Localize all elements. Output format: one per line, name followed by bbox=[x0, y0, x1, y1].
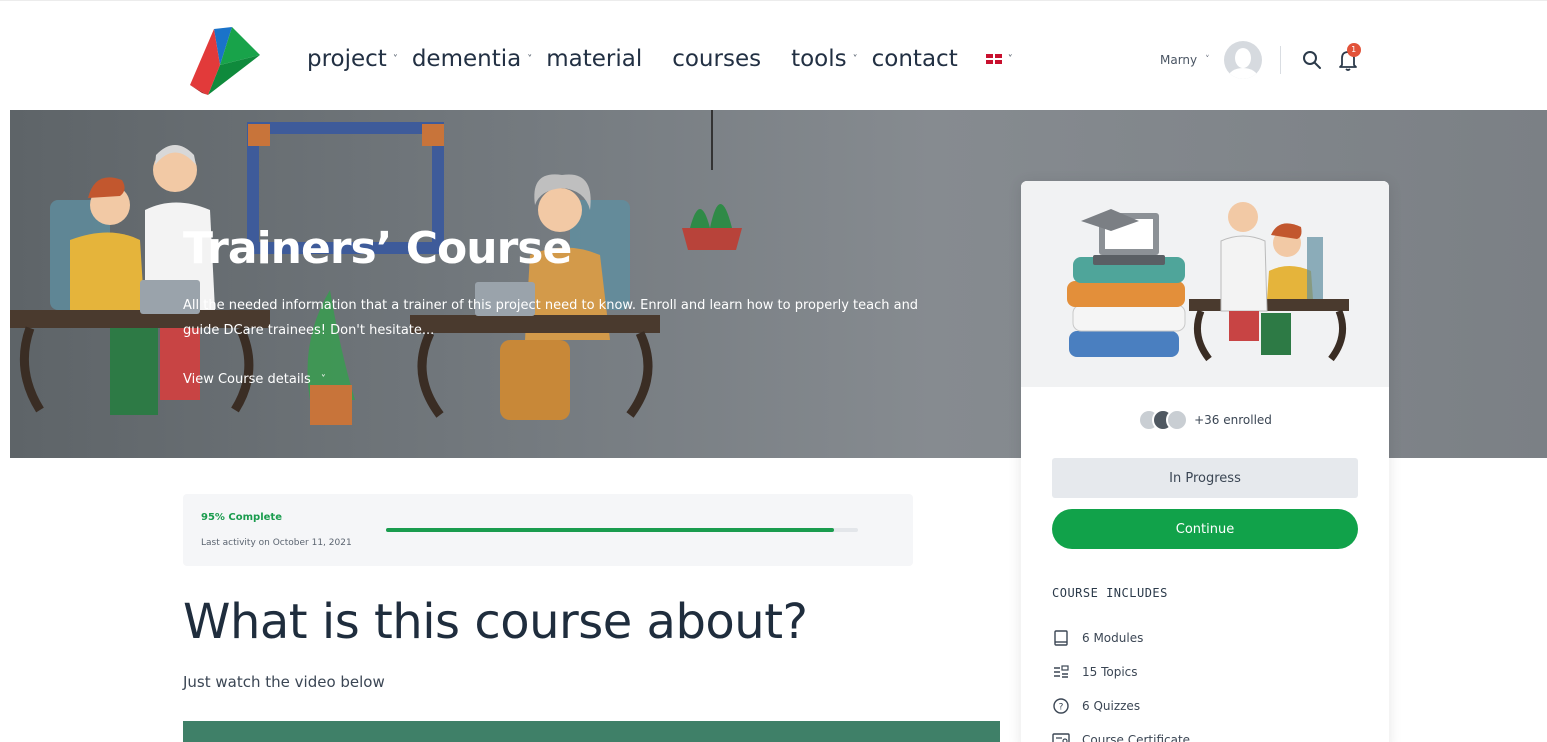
progress-bar-fill bbox=[386, 528, 835, 532]
list-item: 15 Topics bbox=[1052, 655, 1190, 689]
enrolled-count: +36 enrolled bbox=[1194, 413, 1272, 427]
progress-percent: 95% Complete bbox=[201, 512, 282, 523]
chevron-down-icon[interactable]: ˅ bbox=[1205, 55, 1210, 65]
user-name[interactable]: Marny bbox=[1160, 53, 1197, 67]
nav-dementia-label: dementia bbox=[411, 46, 522, 72]
quiz-icon: ? bbox=[1053, 698, 1069, 714]
uk-flag-icon bbox=[985, 54, 1002, 64]
includes-certificate: Course Certificate bbox=[1082, 733, 1191, 742]
continue-button[interactable]: Continue bbox=[1052, 509, 1358, 549]
nav-courses-label: courses bbox=[672, 46, 762, 72]
main-nav: project ˅ dementia ˅ material courses to… bbox=[307, 46, 1027, 72]
notifications-button[interactable]: 1 bbox=[1337, 43, 1361, 72]
site-header: project ˅ dementia ˅ material courses to… bbox=[0, 0, 1547, 110]
list-item: ? 6 Quizzes bbox=[1052, 689, 1190, 723]
progress-bar bbox=[386, 528, 858, 532]
certificate-icon bbox=[1052, 733, 1070, 742]
user-area: Marny ˅ 1 bbox=[1160, 41, 1361, 79]
about-subtitle: Just watch the video below bbox=[183, 673, 385, 691]
nav-contact[interactable]: contact bbox=[872, 46, 958, 72]
view-course-details-link[interactable]: View Course details ˅ bbox=[183, 372, 326, 387]
chevron-down-icon: ˅ bbox=[392, 53, 398, 65]
list-item: Course Certificate bbox=[1052, 723, 1190, 742]
includes-modules: 6 Modules bbox=[1082, 631, 1144, 645]
hero-illustration bbox=[10, 110, 742, 425]
course-title: Trainers’ Course bbox=[183, 223, 572, 274]
nav-contact-label: contact bbox=[871, 46, 958, 72]
nav-material[interactable]: material bbox=[546, 46, 642, 72]
site-logo[interactable] bbox=[190, 27, 260, 95]
header-divider bbox=[1279, 46, 1281, 74]
chevron-down-icon: ˅ bbox=[1007, 53, 1013, 65]
course-sidebar-card: +36 enrolled In Progress Continue COURSE… bbox=[1021, 181, 1389, 742]
course-includes-title: COURSE INCLUDES bbox=[1052, 586, 1168, 600]
search-icon[interactable] bbox=[1301, 49, 1323, 71]
nav-tools-label: tools bbox=[791, 46, 847, 72]
course-video[interactable] bbox=[183, 721, 1000, 742]
last-activity: Last activity on October 11, 2021 bbox=[201, 538, 352, 548]
nav-tools[interactable]: tools ˅ bbox=[791, 46, 858, 72]
list-item: 6 Modules bbox=[1052, 621, 1190, 655]
nav-project-label: project bbox=[307, 46, 387, 72]
svg-text:?: ? bbox=[1059, 703, 1064, 713]
avatar[interactable] bbox=[1223, 41, 1262, 79]
status-badge: In Progress bbox=[1052, 458, 1358, 498]
enrolled-users: +36 enrolled bbox=[1021, 409, 1389, 431]
course-description: All the needed information that a traine… bbox=[183, 298, 919, 338]
includes-quizzes: 6 Quizzes bbox=[1082, 699, 1141, 713]
course-thumbnail bbox=[1021, 181, 1389, 387]
language-switcher[interactable]: ˅ bbox=[984, 54, 1013, 65]
chevron-down-icon: ˅ bbox=[320, 374, 326, 385]
nav-dementia[interactable]: dementia ˅ bbox=[412, 46, 532, 72]
avatar bbox=[1166, 409, 1189, 431]
nav-project[interactable]: project ˅ bbox=[307, 46, 398, 72]
book-icon bbox=[1054, 630, 1068, 646]
chevron-down-icon: ˅ bbox=[852, 53, 858, 65]
about-title: What is this course about? bbox=[183, 594, 808, 650]
nav-material-label: material bbox=[546, 46, 643, 72]
course-includes-list: 6 Modules 15 Topics ? 6 Quizzes Course C… bbox=[1052, 621, 1190, 742]
topics-icon bbox=[1054, 665, 1069, 678]
chevron-down-icon: ˅ bbox=[527, 53, 533, 65]
includes-topics: 15 Topics bbox=[1082, 665, 1138, 679]
nav-courses[interactable]: courses bbox=[672, 46, 761, 72]
view-course-details-label: View Course details bbox=[183, 372, 311, 387]
notification-badge: 1 bbox=[1346, 43, 1361, 57]
course-progress-card: 95% Complete Last activity on October 11… bbox=[183, 494, 913, 566]
